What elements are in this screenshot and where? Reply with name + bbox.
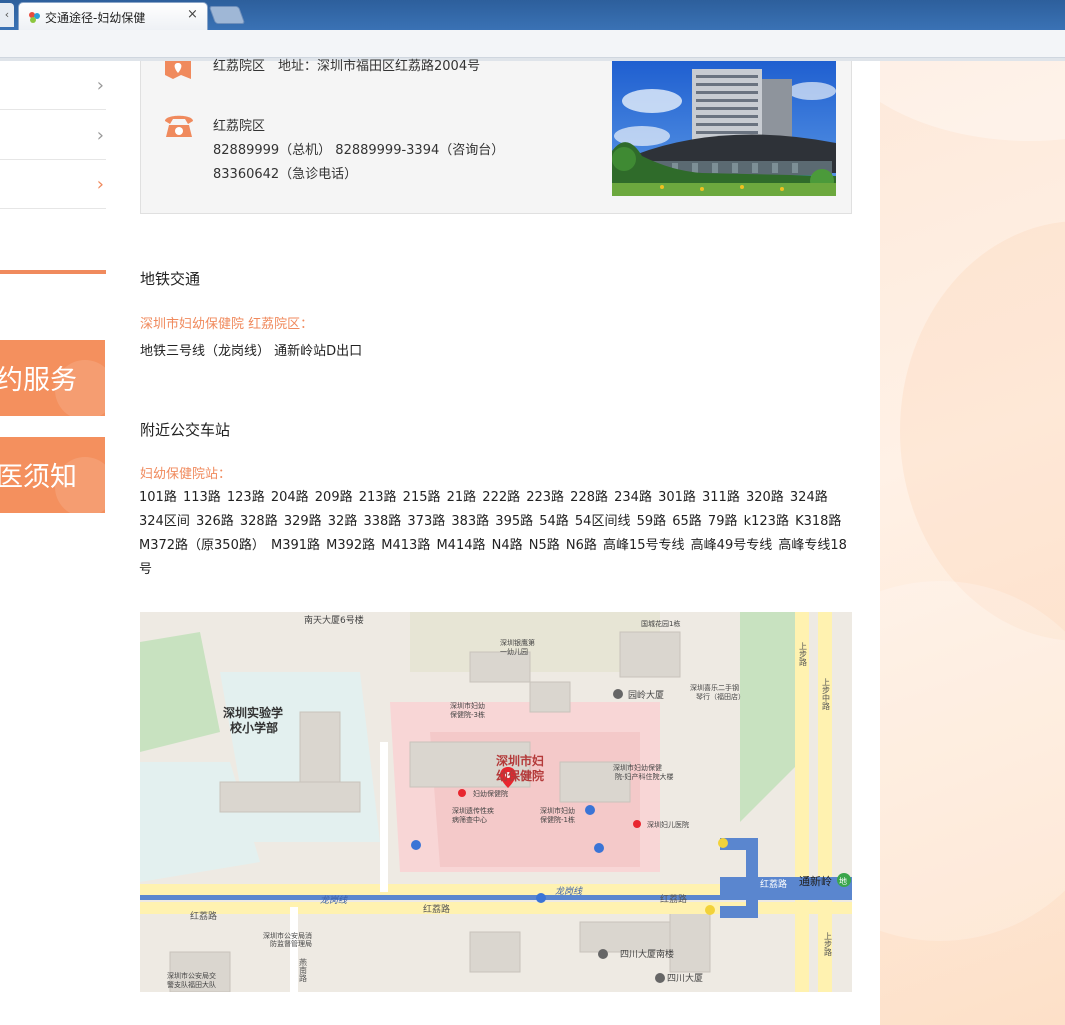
- map-label-school: 深圳实验学: [223, 705, 283, 720]
- map-label-nantian: 南天大厦6号楼: [304, 614, 364, 626]
- map-label-sichuan-south: 四川大厦南楼: [620, 948, 674, 960]
- chevron-right-icon: ›: [96, 75, 104, 96]
- map-label-shangbu3: 上步路: [824, 932, 833, 956]
- visit-guide-label: 医须知: [0, 462, 77, 493]
- bus-stop-label: 妇幼保健院站：: [140, 467, 232, 482]
- map-label-kindergarten: 深圳银鹰第: [500, 638, 535, 647]
- map-label-bldg3: 深圳市妇幼: [450, 701, 485, 710]
- metro-campus-label: 深圳市妇幼保健院 红荔院区：: [140, 317, 314, 332]
- tab-title: 交通途径-妇幼保健: [45, 11, 146, 25]
- sidebar-item-1[interactable]: ›: [0, 61, 106, 110]
- map-label-inpatient: 深圳市妇幼保健: [613, 763, 662, 772]
- tab-close-icon[interactable]: ×: [187, 7, 198, 22]
- sidebar-item-2[interactable]: ›: [0, 111, 106, 160]
- map-label-fuyou: 妇幼保健院: [473, 789, 508, 798]
- map-label-traffic2: 警支队福田大队: [167, 980, 216, 989]
- map-label-bldg3b: 保健院-3栋: [450, 710, 485, 719]
- map-label-kindergarten2: 一幼儿园: [500, 647, 528, 656]
- bus-lines-list: 101路 113路 123路 204路 209路 213路 215路 21路 2…: [139, 490, 847, 577]
- map-label-genetic: 深圳遗传性疾: [452, 806, 494, 815]
- map-location-icon: [165, 61, 191, 79]
- map-label-inpatient2: 院-妇产科住院大楼: [615, 772, 674, 781]
- map-label-hospital-main: 深圳市妇: [496, 753, 544, 768]
- chevron-right-icon: ›: [96, 125, 104, 146]
- map-label-school2: 校小学部: [230, 720, 278, 735]
- map-label-music2: 琴行（福田店）: [696, 692, 745, 701]
- phone-info: 红荔院区 82889999（总机） 82889999-3394（咨询台） 833…: [213, 115, 504, 187]
- address-text: 红荔院区 地址：深圳市福田区红荔路2004号: [213, 59, 481, 74]
- location-map[interactable]: 南天大厦6号楼 国城花园1栋 深圳银鹰第 一幼儿园 园岭大厦 深圳喜乐二手钢 琴…: [140, 612, 852, 992]
- metro-directions: 地铁三号线（龙岗线） 通新岭站D出口: [140, 344, 363, 359]
- site-favicon-icon: [29, 12, 40, 23]
- chevron-right-icon: ›: [96, 174, 104, 195]
- map-label-traffic: 深圳市公安局交: [167, 971, 216, 980]
- contact-info-box: 红荔院区 地址：深圳市福田区红荔路2004号 红荔院区 82889999（总机）…: [140, 59, 852, 214]
- map-label-honglilu1: 红荔路: [190, 910, 217, 922]
- map-label-hospital-main2: 幼保健院: [496, 768, 544, 783]
- map-label-longgang2: 龙岗线: [555, 886, 583, 897]
- map-label-guocui: 国城花园1栋: [641, 619, 680, 628]
- decorative-background-panel: [880, 61, 1065, 1025]
- map-label-honglilu-station: 红荔路: [760, 878, 787, 890]
- browser-tab-active[interactable]: 交通途径-妇幼保健 ×: [18, 2, 208, 30]
- map-label-honglilu2: 红荔路: [423, 903, 450, 915]
- browser-tabstrip: ‹ 交通途径-妇幼保健 ×: [0, 0, 1065, 30]
- browser-toolbar: [0, 30, 1065, 58]
- map-label-yannan: 燕南路: [299, 957, 308, 982]
- telephone-icon: [165, 115, 193, 137]
- map-label-shangbu1: 上步路: [799, 642, 808, 666]
- map-label-children: 深圳妇儿医院: [647, 820, 689, 829]
- metro-station-icon: 地: [839, 876, 847, 886]
- metro-section-title: 地铁交通: [140, 270, 201, 288]
- hospital-building-photo: [612, 61, 836, 196]
- appointment-service-button[interactable]: 约服务: [0, 340, 105, 416]
- map-label-sichuan: 四川大厦: [667, 972, 703, 984]
- previous-tab[interactable]: ‹: [0, 3, 14, 27]
- map-label-fire2: 防监督管理局: [270, 939, 312, 948]
- new-tab-button[interactable]: [208, 6, 246, 24]
- map-label-music: 深圳喜乐二手钢: [690, 683, 739, 692]
- map-label-bldg1b: 保健院-1栋: [540, 815, 575, 824]
- phone-line-main: 82889999（总机） 82889999-3394（咨询台）: [213, 143, 505, 158]
- visit-guide-button[interactable]: 医须知: [0, 437, 105, 513]
- map-label-bldg1: 深圳市妇幼: [540, 806, 575, 815]
- map-label-yuanling: 园岭大厦: [628, 689, 664, 701]
- map-label-honglilu3: 红荔路: [660, 893, 687, 905]
- phone-line-emergency: 83360642（急诊电话）: [213, 167, 358, 182]
- appointment-service-label: 约服务: [0, 365, 77, 396]
- sidebar-item-3-active[interactable]: ›: [0, 160, 106, 209]
- phone-campus: 红荔院区: [213, 119, 266, 134]
- bus-section-title: 附近公交车站: [140, 421, 231, 439]
- sidebar-divider: [0, 270, 106, 274]
- map-label-tongxinling: 通新岭: [799, 874, 832, 888]
- map-label-longgang1: 龙岗线: [320, 895, 348, 906]
- map-label-shangbu2: 上步中路: [822, 678, 831, 710]
- map-label-fire: 深圳市公安局消: [263, 931, 312, 940]
- map-label-genetic2: 病筛查中心: [452, 815, 487, 824]
